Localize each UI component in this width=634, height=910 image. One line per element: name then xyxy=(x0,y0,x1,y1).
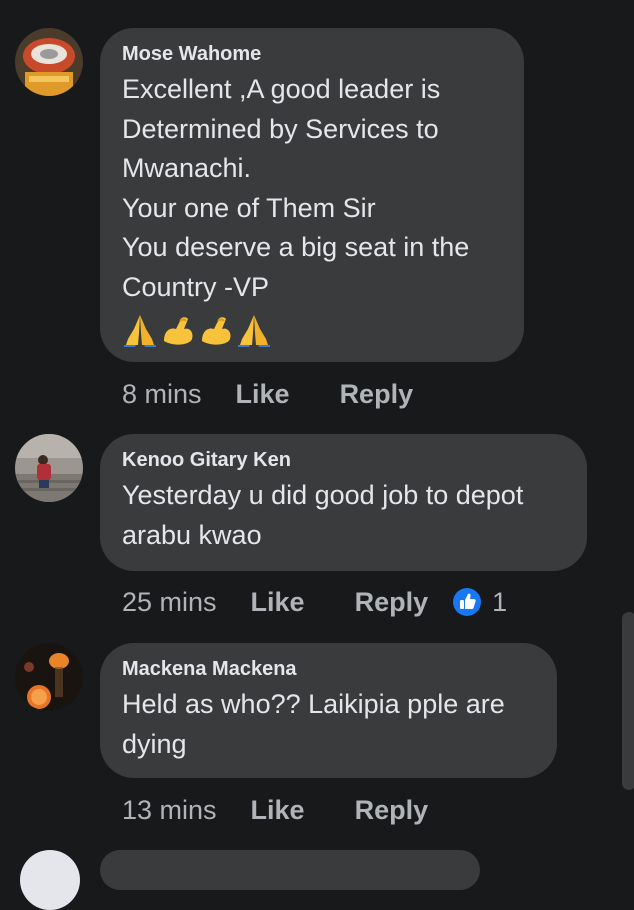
reply-button[interactable]: Reply xyxy=(355,795,429,826)
flexed-biceps-icon xyxy=(164,317,193,345)
avatar-image xyxy=(15,643,83,711)
comment-text: Excellent ,A good leader is Determined b… xyxy=(122,74,470,302)
comment-time[interactable]: 8 mins xyxy=(122,379,202,410)
like-button[interactable]: Like xyxy=(251,587,305,618)
reply-button[interactable]: Reply xyxy=(340,379,414,410)
avatar[interactable] xyxy=(15,28,83,96)
reaction-count: 1 xyxy=(492,586,508,617)
comment-bubble[interactable]: Kenoo Gitary Ken Yesterday u did good jo… xyxy=(100,434,587,571)
scrollbar-handle[interactable] xyxy=(622,612,634,790)
avatar[interactable] xyxy=(20,850,80,910)
comment-text: Held as who?? Laikipia pple are dying xyxy=(122,689,505,759)
comment-time[interactable]: 13 mins xyxy=(122,795,217,826)
comment-meta: 13 mins Like Reply xyxy=(122,790,478,830)
comment-bubble[interactable] xyxy=(100,850,480,890)
emoji-row xyxy=(122,313,502,347)
comment-meta: 8 mins Like Reply xyxy=(122,374,463,414)
like-reaction-icon xyxy=(453,588,482,616)
reply-button[interactable]: Reply xyxy=(355,587,429,618)
like-button[interactable]: Like xyxy=(236,379,290,410)
comment-bubble[interactable]: Mackena Mackena Held as who?? Laikipia p… xyxy=(100,643,557,778)
avatar-image xyxy=(15,434,83,502)
comment-text: Yesterday u did good job to depot arabu … xyxy=(122,480,524,550)
avatar[interactable] xyxy=(15,434,83,502)
flexed-biceps-icon xyxy=(202,317,231,345)
folded-hands-icon xyxy=(238,315,270,347)
comment-time[interactable]: 25 mins xyxy=(122,587,217,618)
like-button[interactable]: Like xyxy=(251,795,305,826)
comment-author[interactable]: Mackena Mackena xyxy=(122,657,535,681)
comment-author[interactable]: Kenoo Gitary Ken xyxy=(122,448,565,472)
comment-author[interactable]: Mose Wahome xyxy=(122,42,502,66)
avatar-image xyxy=(15,28,83,96)
avatar[interactable] xyxy=(15,643,83,711)
reaction-summary[interactable]: 1 xyxy=(452,587,507,618)
comment-bubble[interactable]: Mose Wahome Excellent ,A good leader is … xyxy=(100,28,524,362)
folded-hands-icon xyxy=(124,315,156,347)
comment-meta: 25 mins Like Reply 1 xyxy=(122,582,507,622)
